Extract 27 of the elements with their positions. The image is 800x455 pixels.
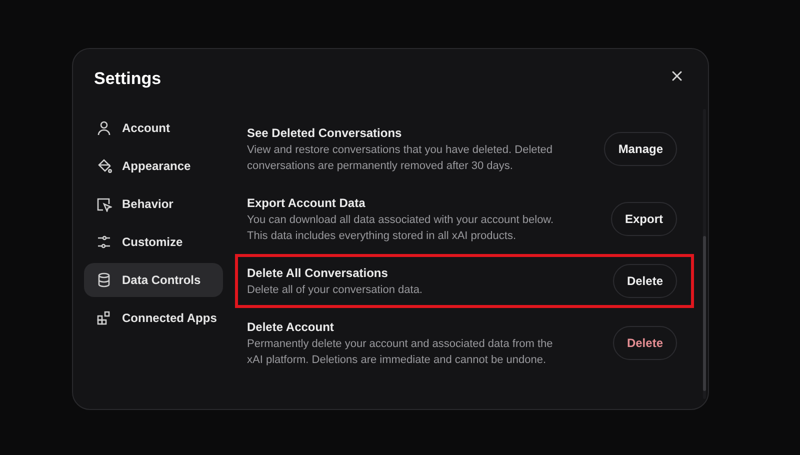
setting-title: Export Account Data <box>247 195 366 212</box>
action-button[interactable]: Delete <box>612 264 677 298</box>
setting-title: Delete All Conversations <box>247 265 389 282</box>
sidebar-item[interactable]: Appearance <box>84 149 223 183</box>
cursor-icon <box>96 196 112 212</box>
dialog-title: Settings <box>93 68 162 90</box>
sidebar-item[interactable]: Account <box>84 111 223 145</box>
action-button[interactable]: Export <box>610 202 677 236</box>
setting-description: You can download all data associated with your account below. This data includes everything stored in all xAI products. <box>247 213 555 244</box>
setting-title: See Deleted Conversations <box>247 125 403 142</box>
setting-title: Delete Account <box>247 319 335 336</box>
action-button[interactable]: Manage <box>604 132 677 166</box>
delete-button[interactable]: Delete <box>612 326 677 360</box>
close-button[interactable] <box>670 69 684 83</box>
scrollbar-thumb[interactable] <box>703 236 706 391</box>
sidebar-item[interactable]: Data Controls <box>84 263 223 297</box>
apps-icon <box>96 310 112 326</box>
person-icon <box>96 120 112 136</box>
database-icon <box>96 272 112 288</box>
setting-description: View and restore conversations that you have deleted. Deleted conversations are permanently removed after 30 days. <box>247 143 554 174</box>
sidebar-item[interactable]: Behavior <box>84 187 223 221</box>
setting-description: Permanently delete your account and associated data from the xAI platform. Deletions are immediate and cannot be undone. <box>247 337 554 368</box>
sidebar-item[interactable]: Customize <box>84 225 223 259</box>
sidebar-item[interactable]: Connected Apps <box>84 301 223 335</box>
setting-description: Delete all of your conversation data. <box>247 283 424 298</box>
paint-bucket-icon <box>96 158 112 174</box>
sliders-icon <box>96 234 112 250</box>
